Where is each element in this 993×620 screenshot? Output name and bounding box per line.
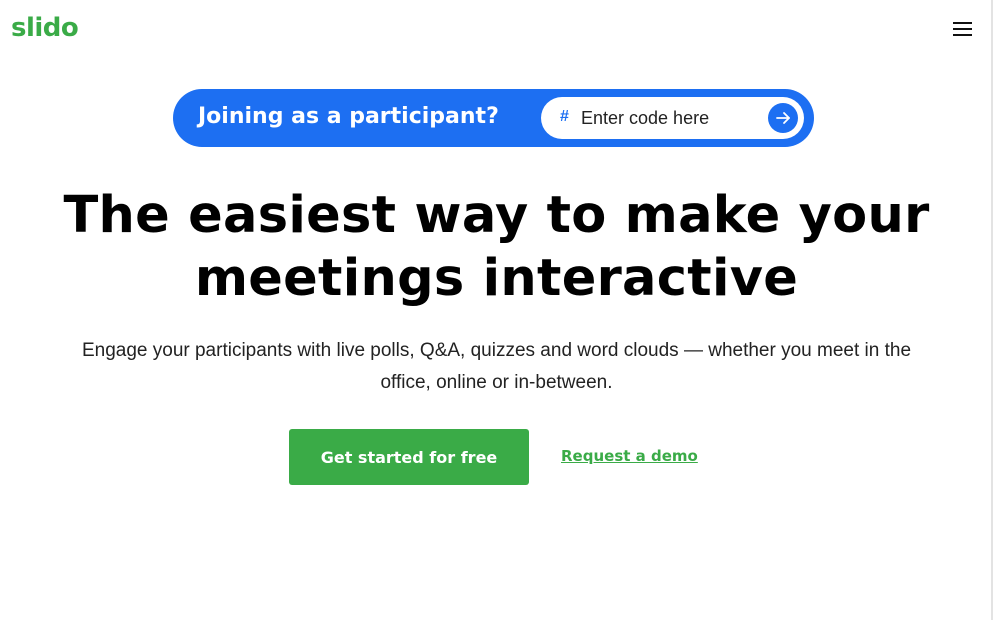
menu-bar-top <box>953 22 972 24</box>
hamburger-menu-icon[interactable] <box>953 22 972 36</box>
join-label: Joining as a participant? <box>198 104 499 129</box>
menu-bar-middle <box>953 28 972 30</box>
participant-join-bar: Joining as a participant? # <box>173 89 814 147</box>
event-code-input[interactable] <box>581 105 761 131</box>
headline-line-2: meetings interactive <box>194 249 799 308</box>
event-code-box: # <box>541 97 804 139</box>
slido-logo[interactable]: slido <box>11 13 79 43</box>
subtext-line-1: Engage your participants with live polls… <box>81 340 912 361</box>
hash-icon: # <box>560 108 569 125</box>
menu-bar-bottom <box>953 34 972 36</box>
headline-line-1: The easiest way to make your <box>63 186 930 245</box>
arrow-right-icon <box>776 112 790 124</box>
request-demo-link[interactable]: Request a demo <box>561 447 698 465</box>
subtext-line-2: office, online or in-between. <box>380 372 613 393</box>
hero-headline: The easiest way to make your meetings in… <box>0 184 993 310</box>
hero-subtext: Engage your participants with live polls… <box>40 335 953 399</box>
join-submit-button[interactable] <box>768 103 798 133</box>
get-started-button[interactable]: Get started for free <box>289 429 529 485</box>
